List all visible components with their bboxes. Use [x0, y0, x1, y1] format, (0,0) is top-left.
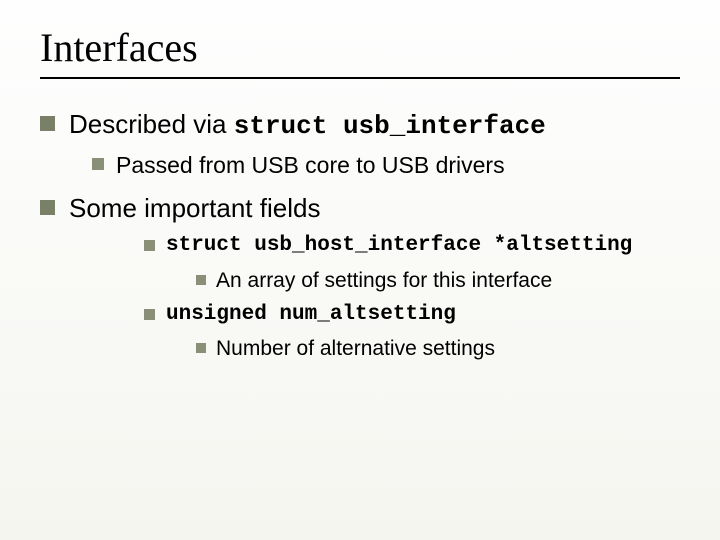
bullet-text: An array of settings for this interface	[216, 267, 552, 295]
square-bullet-icon	[196, 275, 206, 285]
slide: Interfaces Described via struct usb_inte…	[0, 0, 720, 540]
bullet-text: Number of alternative settings	[216, 335, 495, 363]
square-bullet-icon	[40, 116, 55, 131]
bullet-field-num-altsetting: unsigned num_altsetting	[144, 301, 680, 329]
bullet-field-altsetting: struct usb_host_interface *altsetting	[144, 232, 680, 260]
bullet-passed-from-core: Passed from USB core to USB drivers	[92, 150, 680, 181]
slide-title: Interfaces	[40, 24, 680, 71]
bullet-described-via: Described via struct usb_interface	[40, 107, 680, 144]
square-bullet-icon	[144, 240, 155, 251]
square-bullet-icon	[92, 158, 104, 170]
square-bullet-icon	[40, 200, 55, 215]
bullet-important-fields: Some important fields	[40, 191, 680, 226]
code-fragment: unsigned num_altsetting	[166, 301, 456, 329]
code-fragment: struct usb_interface	[234, 111, 546, 141]
code-fragment: struct usb_host_interface *altsetting	[166, 232, 632, 260]
bullet-num-altsetting-desc: Number of alternative settings	[196, 335, 680, 363]
bullet-altsetting-desc: An array of settings for this interface	[196, 267, 680, 295]
text-fragment: Described via	[69, 109, 234, 139]
bullet-text: Some important fields	[69, 191, 320, 226]
square-bullet-icon	[144, 309, 155, 320]
bullet-text: Described via struct usb_interface	[69, 107, 546, 144]
square-bullet-icon	[196, 343, 206, 353]
title-rule	[40, 77, 680, 79]
bullet-text: Passed from USB core to USB drivers	[116, 150, 505, 181]
